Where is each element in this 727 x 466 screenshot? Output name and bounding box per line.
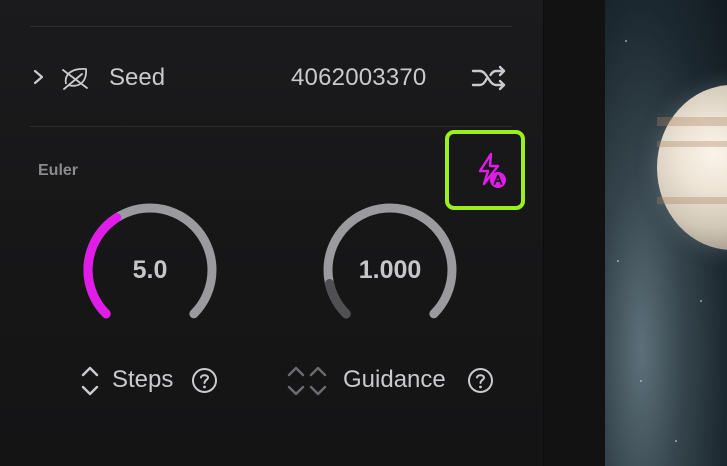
seed-row[interactable]: Seed 4062003370 — [0, 50, 543, 106]
section-divider — [30, 126, 512, 127]
sampler-name[interactable]: Euler — [38, 162, 78, 180]
up-down-chevron-icon[interactable] — [308, 364, 328, 398]
up-down-chevron-icon[interactable] — [286, 364, 306, 398]
image-preview — [605, 0, 727, 466]
top-divider — [30, 26, 512, 27]
guidance-label: Guidance — [343, 366, 446, 393]
settings-panel: Seed 4062003370 Euler 5.0 1.000 Steps Gu… — [0, 0, 543, 466]
guidance-dial[interactable]: 1.000 — [322, 202, 458, 338]
lightning-auto-icon[interactable] — [469, 150, 509, 192]
up-down-chevron-icon[interactable] — [80, 364, 100, 398]
guidance-value: 1.000 — [358, 256, 422, 284]
steps-dial[interactable]: 5.0 — [82, 202, 218, 338]
leaf-icon — [62, 68, 88, 90]
seed-value[interactable]: 4062003370 — [291, 64, 426, 92]
shuffle-icon[interactable] — [471, 63, 509, 93]
question-circle-icon[interactable] — [191, 367, 218, 394]
guidance-label-row: Guidance — [286, 364, 496, 398]
seed-label: Seed — [109, 64, 166, 91]
steps-label-row: Steps — [80, 364, 220, 398]
auto-optimize-button[interactable] — [445, 130, 525, 210]
steps-value: 5.0 — [132, 256, 168, 284]
steps-label: Steps — [112, 366, 174, 393]
chevron-right-icon[interactable] — [31, 67, 47, 87]
question-circle-icon[interactable] — [467, 367, 494, 394]
panel-separator — [543, 0, 606, 466]
planet-image — [657, 85, 727, 250]
